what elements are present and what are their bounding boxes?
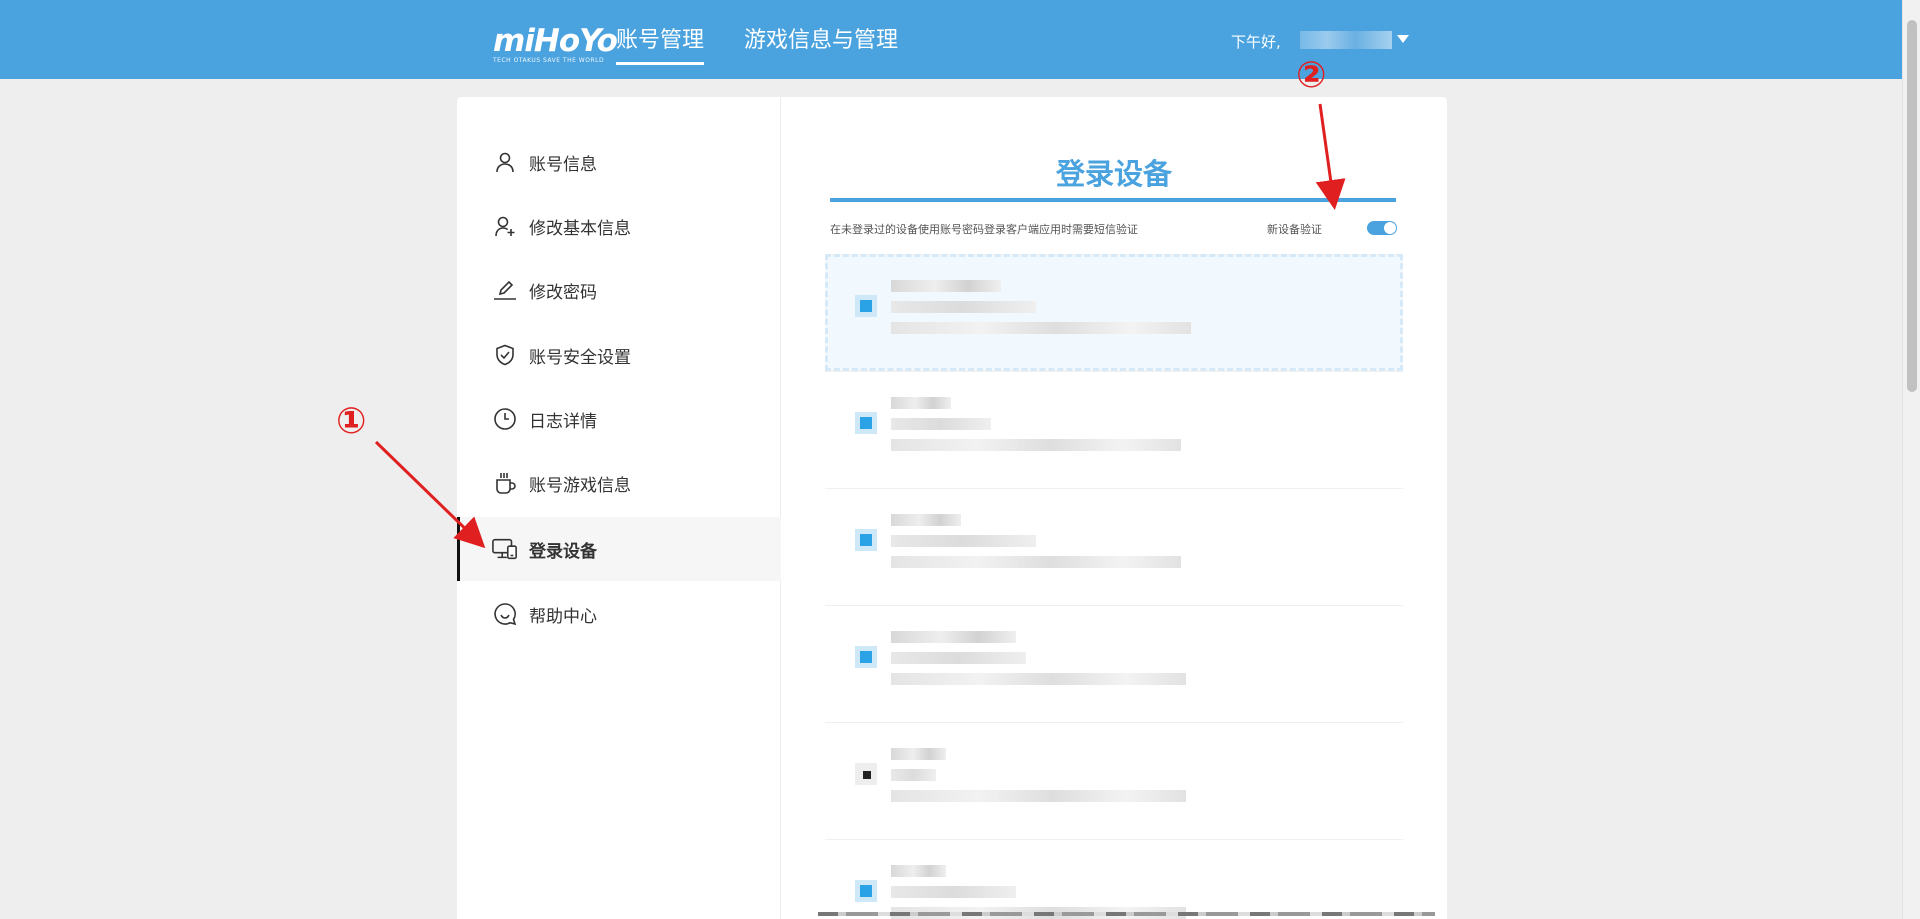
scrollbar-thumb[interactable] — [1907, 20, 1917, 392]
sidebar-item-game-info[interactable]: 账号游戏信息 — [457, 451, 781, 515]
page-scrollbar[interactable] — [1902, 0, 1920, 919]
device-name-redacted — [891, 397, 951, 409]
sidebar-item-label: 日志详情 — [529, 411, 597, 432]
sidebar-item-label: 账号安全设置 — [529, 347, 631, 368]
sidebar-item-label: 登录设备 — [529, 541, 597, 562]
logo-tagline: TECH OTAKUS SAVE THE WORLD — [493, 57, 605, 64]
sidebar-item-help-center[interactable]: 帮助中心 — [457, 582, 781, 646]
sidebar: 账号信息 修改基本信息 修改密码 账号安全设置 日志详情 账号游戏信息 登录设备… — [457, 97, 781, 919]
sidebar-item-label: 账号信息 — [529, 154, 597, 175]
device-icon — [855, 763, 877, 785]
device-detail-redacted — [891, 535, 1036, 547]
device-list-item — [825, 839, 1403, 919]
device-name-redacted — [891, 748, 946, 760]
device-name-redacted — [891, 865, 946, 877]
sidebar-item-change-password[interactable]: 修改密码 — [457, 258, 781, 322]
device-name-redacted — [891, 280, 1001, 292]
device-login-info-redacted — [891, 790, 1186, 802]
device-icon — [855, 880, 877, 902]
chat-smile-icon — [492, 601, 518, 627]
sidebar-item-security-settings[interactable]: 账号安全设置 — [457, 323, 781, 387]
sidebar-item-label: 账号游戏信息 — [529, 475, 631, 496]
account-panel: 账号信息 修改基本信息 修改密码 账号安全设置 日志详情 账号游戏信息 登录设备… — [457, 97, 1447, 919]
device-icon — [855, 295, 877, 317]
device-login-info-redacted — [891, 556, 1181, 568]
shield-check-icon — [492, 342, 518, 368]
device-login-info-redacted — [891, 322, 1191, 334]
main-content: 登录设备 在未登录过的设备使用账号密码登录客户端应用时需要短信验证 新设备验证 — [781, 97, 1447, 919]
clock-icon — [492, 406, 518, 432]
devices-icon — [492, 536, 518, 562]
user-edit-icon — [492, 213, 518, 239]
top-navigation-bar: miHoYo TECH OTAKUS SAVE THE WORLD 账号管理 游… — [0, 0, 1902, 79]
sidebar-item-account-info[interactable]: 账号信息 — [457, 130, 781, 194]
title-underline — [830, 198, 1396, 202]
greeting-text: 下午好, — [1231, 33, 1281, 51]
device-list-item — [825, 722, 1403, 839]
device-detail-redacted — [891, 418, 991, 430]
user-menu-chevron-down-icon[interactable] — [1397, 35, 1409, 43]
device-detail-redacted — [891, 769, 936, 781]
device-login-info-redacted — [891, 673, 1186, 685]
new-device-verification-description: 在未登录过的设备使用账号密码登录客户端应用时需要短信验证 — [830, 223, 1138, 236]
sidebar-item-label: 帮助中心 — [529, 606, 597, 627]
user-name-redacted[interactable] — [1300, 31, 1392, 49]
device-list-item — [825, 605, 1403, 722]
sidebar-item-login-devices[interactable]: 登录设备 — [457, 517, 781, 581]
next-row-partial — [818, 912, 1435, 916]
device-login-info-redacted — [891, 439, 1181, 451]
device-list-item — [825, 488, 1403, 605]
nav-game-info-management[interactable]: 游戏信息与管理 — [744, 27, 898, 55]
logo-wordmark: miHoYo — [493, 23, 618, 59]
cup-icon — [492, 470, 518, 496]
annotation-marker-1: ① — [336, 401, 367, 442]
sidebar-item-label: 修改基本信息 — [529, 218, 631, 239]
device-icon — [855, 529, 877, 551]
page-title: 登录设备 — [1055, 157, 1172, 191]
device-name-redacted — [891, 631, 1016, 643]
sidebar-item-log-details[interactable]: 日志详情 — [457, 387, 781, 451]
device-list — [825, 254, 1403, 919]
device-detail-redacted — [891, 652, 1026, 664]
pencil-icon — [492, 277, 518, 303]
toggle-knob — [1384, 222, 1396, 234]
new-device-verification-toggle[interactable] — [1367, 221, 1397, 235]
device-icon — [855, 646, 877, 668]
device-name-redacted — [891, 514, 961, 526]
sidebar-item-label: 修改密码 — [529, 282, 597, 303]
device-icon — [855, 412, 877, 434]
sidebar-item-edit-basic-info[interactable]: 修改基本信息 — [457, 194, 781, 258]
device-list-item — [825, 371, 1403, 488]
device-list-item — [825, 254, 1403, 371]
device-detail-redacted — [891, 301, 1036, 313]
user-icon — [492, 149, 518, 175]
device-detail-redacted — [891, 886, 1016, 898]
mihoyo-logo[interactable]: miHoYo TECH OTAKUS SAVE THE WORLD — [493, 23, 618, 65]
nav-account-management[interactable]: 账号管理 — [616, 27, 705, 65]
new-device-verification-label: 新设备验证 — [1267, 223, 1322, 236]
annotation-marker-2: ② — [1296, 55, 1327, 96]
